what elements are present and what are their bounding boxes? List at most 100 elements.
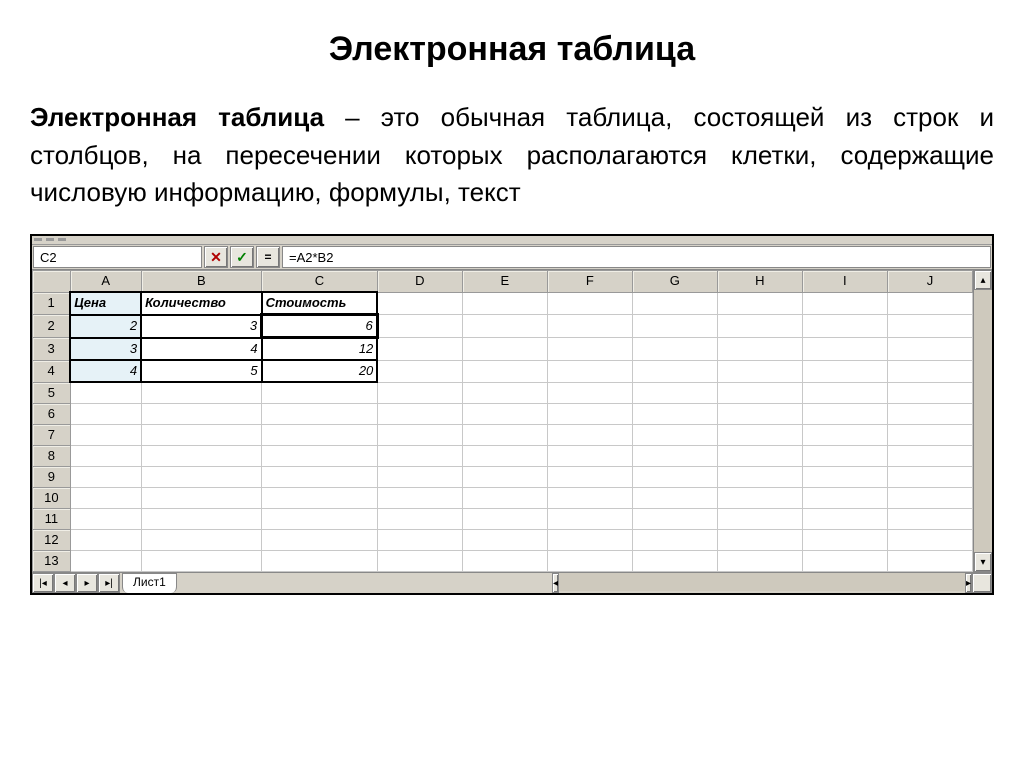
cell[interactable] [377, 425, 462, 446]
cell[interactable] [802, 509, 887, 530]
cell[interactable] [887, 338, 972, 361]
formula-input[interactable]: =A2*B2 [282, 246, 991, 268]
cell[interactable] [262, 530, 378, 551]
cell[interactable] [462, 446, 547, 467]
cell[interactable] [70, 488, 141, 509]
cell[interactable] [377, 315, 462, 338]
cell[interactable] [377, 509, 462, 530]
cell[interactable] [717, 382, 802, 404]
cell[interactable] [377, 382, 462, 404]
col-header[interactable]: F [547, 271, 632, 293]
cell[interactable] [547, 338, 632, 361]
cell[interactable] [632, 467, 717, 488]
cell[interactable] [462, 404, 547, 425]
cell[interactable] [462, 530, 547, 551]
cell[interactable]: 3 [141, 315, 261, 338]
cell[interactable] [70, 509, 141, 530]
cell[interactable] [377, 488, 462, 509]
cell[interactable] [802, 382, 887, 404]
cell[interactable] [262, 425, 378, 446]
cell[interactable] [802, 488, 887, 509]
row-header[interactable]: 11 [33, 509, 71, 530]
cell[interactable] [632, 425, 717, 446]
tab-prev-icon[interactable]: ◂ [54, 573, 76, 593]
cell[interactable] [887, 509, 972, 530]
cell[interactable] [632, 551, 717, 572]
cell[interactable] [547, 509, 632, 530]
cell[interactable] [717, 292, 802, 315]
horizontal-scrollbar[interactable]: ◂ ▸ [552, 573, 972, 593]
cell[interactable] [141, 404, 261, 425]
cell[interactable] [802, 551, 887, 572]
cell[interactable] [802, 446, 887, 467]
cell[interactable] [141, 488, 261, 509]
cell[interactable] [262, 467, 378, 488]
col-header[interactable]: G [632, 271, 717, 293]
cell[interactable] [887, 292, 972, 315]
row-header[interactable]: 1 [33, 292, 71, 315]
col-header[interactable]: H [717, 271, 802, 293]
cell[interactable] [802, 315, 887, 338]
equals-icon[interactable]: = [256, 246, 280, 268]
cell[interactable] [70, 425, 141, 446]
scroll-track[interactable] [974, 290, 992, 552]
cell[interactable] [262, 509, 378, 530]
col-header[interactable]: C [262, 271, 378, 293]
cell[interactable] [377, 551, 462, 572]
cell[interactable] [462, 551, 547, 572]
cell[interactable]: 2 [70, 315, 141, 338]
scroll-down-icon[interactable]: ▾ [974, 552, 992, 572]
cell[interactable] [632, 530, 717, 551]
row-header[interactable]: 5 [33, 382, 71, 404]
cell[interactable] [377, 446, 462, 467]
cell[interactable] [717, 488, 802, 509]
cell[interactable] [887, 488, 972, 509]
row-header[interactable]: 4 [33, 360, 71, 382]
scroll-up-icon[interactable]: ▴ [974, 270, 992, 290]
cell[interactable] [462, 467, 547, 488]
cell[interactable] [887, 551, 972, 572]
cell[interactable] [547, 446, 632, 467]
cell[interactable] [377, 338, 462, 361]
select-all-corner[interactable] [33, 271, 71, 293]
col-header[interactable]: I [802, 271, 887, 293]
row-header[interactable]: 10 [33, 488, 71, 509]
cell[interactable] [802, 425, 887, 446]
cell[interactable] [462, 315, 547, 338]
cell[interactable] [462, 509, 547, 530]
cell[interactable] [462, 382, 547, 404]
cell[interactable] [887, 425, 972, 446]
col-header[interactable]: J [887, 271, 972, 293]
cell[interactable] [547, 467, 632, 488]
cell[interactable]: 12 [262, 338, 378, 361]
cell[interactable] [377, 360, 462, 382]
cell[interactable] [717, 551, 802, 572]
cell[interactable] [141, 509, 261, 530]
cell[interactable] [141, 530, 261, 551]
cell[interactable] [547, 404, 632, 425]
cell[interactable] [141, 551, 261, 572]
cell[interactable] [802, 467, 887, 488]
cell[interactable] [717, 509, 802, 530]
cell[interactable] [462, 488, 547, 509]
cell[interactable]: Количество [141, 292, 261, 315]
scroll-right-icon[interactable]: ▸ [965, 573, 972, 593]
cell[interactable] [462, 425, 547, 446]
cell[interactable] [547, 425, 632, 446]
selected-cell[interactable]: 6 [262, 315, 378, 338]
cell[interactable] [377, 530, 462, 551]
accept-icon[interactable]: ✓ [230, 246, 254, 268]
cell[interactable] [141, 425, 261, 446]
cell[interactable] [262, 404, 378, 425]
cell[interactable] [262, 382, 378, 404]
row-header[interactable]: 7 [33, 425, 71, 446]
cell[interactable] [717, 467, 802, 488]
cell[interactable] [802, 530, 887, 551]
cell[interactable] [887, 315, 972, 338]
cell[interactable]: 20 [262, 360, 378, 382]
cell[interactable] [717, 315, 802, 338]
cell[interactable] [547, 292, 632, 315]
tab-last-icon[interactable]: ▸| [98, 573, 120, 593]
cell[interactable] [262, 551, 378, 572]
cell[interactable] [70, 382, 141, 404]
